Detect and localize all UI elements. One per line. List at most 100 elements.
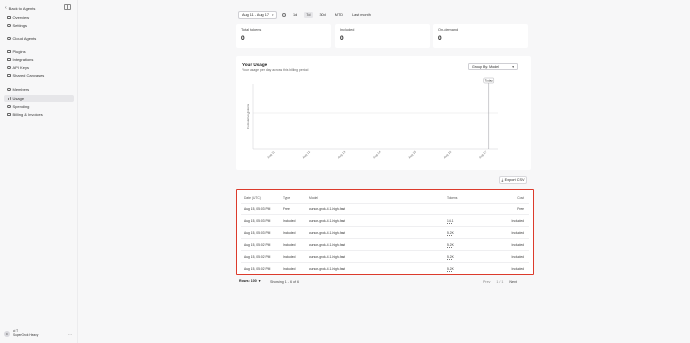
range-mtd[interactable]: MTD [332, 12, 345, 18]
group-by-select[interactable]: Group By: Model ▾ [468, 63, 518, 70]
sidebar-item-label: Shared Canvases [12, 73, 45, 78]
stat-label: Total tokens [241, 28, 262, 32]
user-info: ci T SuperGrok Heavy [13, 329, 39, 338]
cell-tokens: 5.2K [447, 243, 454, 247]
avatar: C [4, 330, 10, 337]
sidebar-item-label: Spending [12, 104, 30, 109]
sidebar-item-label: Usage [12, 96, 25, 101]
back-label: Back to Agents [8, 5, 36, 11]
cell-date: Aug 15, 05:02 PM [244, 267, 271, 271]
chart-title: Your Usage [242, 62, 268, 67]
th-date[interactable]: Date (UTC) [244, 196, 261, 200]
sidebar-item-label: Members [12, 87, 30, 92]
cell-type: Included [283, 243, 296, 247]
cell-type: Included [283, 255, 296, 259]
range-1d[interactable]: 1d [290, 12, 299, 18]
pagination: Prev 1 / 1 Next [483, 280, 517, 284]
back-to-agents-link[interactable]: ‹ Back to Agents [5, 5, 35, 11]
table-row[interactable] [237, 264, 533, 275]
sidebar-item-members[interactable]: Members [4, 86, 74, 93]
stat-label: Included [340, 28, 355, 32]
card-icon [7, 112, 11, 117]
sidebar-item-label: Plugins [12, 49, 26, 54]
cell-type: Included [283, 219, 296, 223]
cell-model: cursor-grok-4.1-high-fast [309, 207, 346, 211]
row-divider [241, 238, 529, 239]
cell-model: cursor-grok-4.1-high-fast [309, 255, 346, 259]
sidebar-item-spending[interactable]: Spending [4, 103, 74, 110]
stat-on-demand: On-demand 0 [433, 24, 528, 48]
prev-button[interactable]: Prev [483, 280, 490, 284]
cell-model: cursor-grok-4.1-high-fast [309, 243, 346, 247]
next-button[interactable]: Next [509, 280, 516, 284]
rows-label: Rows: 100 [239, 279, 257, 283]
cell-type: Free [283, 207, 290, 211]
cell-tokens: 5.2K [447, 231, 454, 235]
cell-cost: Free [517, 207, 524, 211]
user-menu[interactable]: C ci T SuperGrok Heavy ⋯ [4, 329, 74, 338]
sidebar-item-api-keys[interactable]: API Keys [4, 64, 74, 71]
users-icon [7, 87, 11, 92]
more-icon[interactable]: ⋯ [68, 332, 72, 337]
cell-date: Aug 15, 05:03 PM [244, 207, 271, 211]
sidebar-item-plugins[interactable]: Plugins [4, 48, 74, 55]
stat-total-tokens: Total tokens 0 [236, 24, 331, 48]
cell-date: Aug 15, 05:03 PM [244, 219, 271, 223]
sidebar-item-settings[interactable]: Settings [4, 22, 74, 29]
row-divider [241, 262, 529, 263]
cell-date: Aug 15, 05:02 PM [244, 255, 271, 259]
chevron-down-icon: ▾ [258, 279, 261, 283]
range-7d[interactable]: 7d [303, 12, 313, 18]
download-icon: ⤓ [501, 178, 504, 182]
th-cost[interactable]: Cost [517, 196, 524, 200]
range-last-month[interactable]: Last month [350, 12, 374, 18]
stat-value: 0 [241, 35, 245, 42]
cell-tokens: 14.1 [447, 219, 454, 223]
key-icon [7, 65, 11, 70]
cloud-icon [7, 36, 11, 41]
sidebar-item-label: Cloud Agents [12, 36, 37, 41]
cell-cost: Included [511, 231, 524, 235]
sidebar-item-label: Overview [12, 15, 30, 20]
th-tokens[interactable]: Tokens [447, 196, 457, 200]
range-30d[interactable]: 30d [317, 12, 328, 18]
cell-model: cursor-grok-4.1-high-fast [309, 231, 346, 235]
chevron-down-icon: ▾ [271, 13, 274, 17]
sidebar-item-label: Settings [12, 23, 27, 28]
cell-type: Included [283, 267, 296, 271]
sidebar-item-usage[interactable]: Usage [4, 95, 74, 102]
th-type[interactable]: Type [283, 196, 290, 200]
sidebar-item-shared-canvases[interactable]: Shared Canvases [4, 72, 74, 79]
y-axis-label: Cumulative Tokens [246, 103, 250, 129]
sidebar-item-cloud-agents[interactable]: Cloud Agents [4, 35, 74, 42]
cell-cost: Included [511, 243, 524, 247]
dollar-icon [7, 104, 11, 109]
cell-model: cursor-grok-4.1-high-fast [309, 219, 346, 223]
today-marker-label: Today [485, 79, 494, 83]
showing-count: Showing 1 - 6 of 6 [270, 280, 299, 284]
sidebar-item-label: Integrations [12, 57, 34, 62]
sidebar: ‹ Back to Agents Overview Settings Cloud… [0, 0, 78, 343]
sidebar-toggle-icon[interactable] [64, 4, 71, 10]
cell-tokens: 5.2K [447, 255, 454, 259]
row-divider [241, 214, 529, 215]
rows-per-page-select[interactable]: Rows: 100 ▾ [239, 279, 261, 283]
sidebar-item-label: Billing & Invoices [12, 112, 43, 117]
gear-icon [7, 23, 11, 28]
usage-events-table: Date (UTC) Type Model Tokens Cost Aug 15, 05:… [236, 189, 534, 275]
export-csv-button[interactable]: ⤓ Export CSV [499, 176, 527, 184]
sidebar-item-overview[interactable]: Overview [4, 14, 74, 21]
x-tick-label: Aug 15 [407, 150, 417, 160]
sidebar-item-integrations[interactable]: Integrations [4, 56, 74, 63]
sidebar-item-billing-invoices[interactable]: Billing & Invoices [4, 111, 74, 118]
user-plan: SuperGrok Heavy [13, 332, 39, 337]
date-range-picker[interactable]: Aug 11 - Aug 17 ▾ [238, 11, 278, 19]
stat-label: On-demand [438, 28, 459, 32]
th-model[interactable]: Model [309, 196, 318, 200]
x-tick-label: Aug 17 [478, 150, 488, 160]
cell-tokens: 5.2K [447, 267, 454, 271]
x-tick-label: Aug 11 [266, 150, 276, 160]
x-tick-label: Aug 14 [372, 150, 382, 160]
cell-date: Aug 15, 05:02 PM [244, 243, 271, 247]
row-divider [241, 226, 529, 227]
